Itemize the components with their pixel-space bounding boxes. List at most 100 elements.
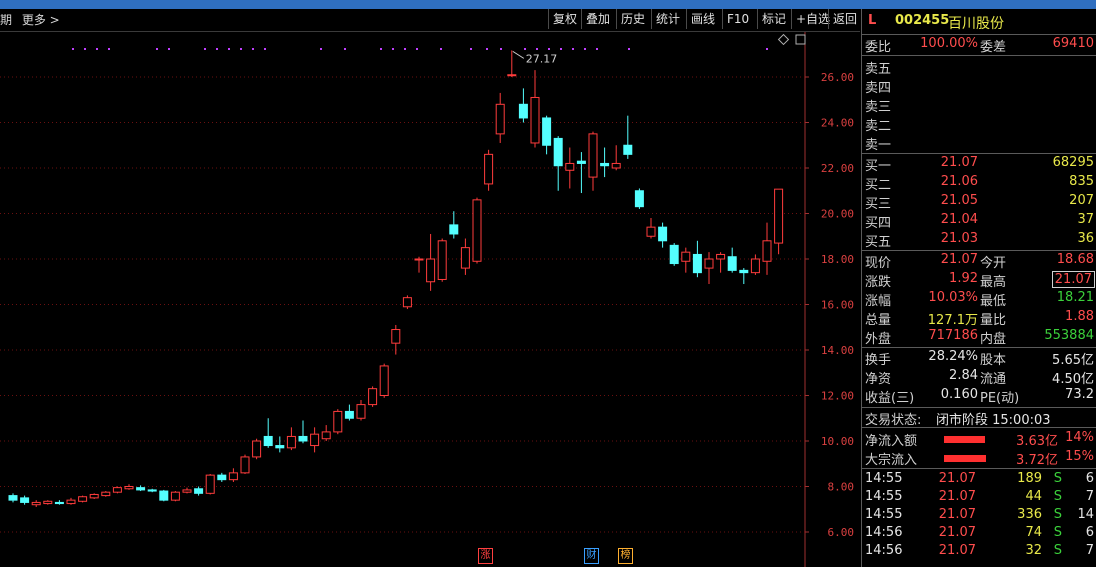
candle[interactable]: [576, 152, 586, 194]
candle[interactable]: [344, 404, 354, 421]
candle[interactable]: [716, 252, 726, 273]
more-menu[interactable]: 更多 >: [22, 13, 60, 27]
candle[interactable]: [31, 500, 41, 507]
candle[interactable]: [205, 473, 215, 495]
candle[interactable]: [472, 197, 482, 264]
flow-percent: 15%: [1065, 449, 1094, 464]
candle[interactable]: [321, 425, 331, 441]
candle[interactable]: [147, 488, 157, 493]
candle[interactable]: [101, 491, 111, 497]
candle[interactable]: [774, 188, 784, 255]
candle[interactable]: [136, 485, 146, 492]
candle[interactable]: [252, 438, 262, 460]
candle[interactable]: [240, 454, 250, 474]
candle[interactable]: [426, 233, 436, 291]
toolbar-mark-button[interactable]: 标记: [757, 9, 790, 29]
candle[interactable]: [286, 427, 296, 451]
candle[interactable]: [704, 252, 714, 285]
candlestick-chart[interactable]: 26.00 24.00 22.00 20.00 18.00 16.00 14.00 12.00…: [0, 32, 860, 567]
sell-row: 卖四: [862, 77, 1096, 96]
candle[interactable]: [78, 495, 88, 503]
candle[interactable]: [379, 363, 389, 398]
candle[interactable]: [762, 222, 772, 275]
candle-body: [112, 487, 122, 493]
limit-up-badge[interactable]: 涨: [478, 548, 493, 564]
candle-body: [252, 440, 262, 458]
candle[interactable]: [739, 268, 749, 285]
toolbar-stats-button[interactable]: 统计: [651, 9, 684, 29]
candle[interactable]: [634, 188, 644, 209]
stat-label: 最低: [980, 294, 1007, 309]
candle[interactable]: [182, 487, 192, 494]
price-tick-label: 22.00: [821, 162, 854, 175]
candle-body: [588, 133, 598, 178]
diamond-icon[interactable]: [777, 33, 790, 46]
toolbar-draw-line-button[interactable]: 画线: [686, 9, 719, 29]
candle[interactable]: [228, 468, 238, 482]
candle[interactable]: [484, 149, 494, 191]
candle[interactable]: [368, 386, 378, 407]
candle[interactable]: [414, 256, 424, 273]
buy-price: 21.04: [940, 212, 978, 227]
candle[interactable]: [530, 70, 540, 148]
candle[interactable]: [89, 493, 99, 500]
candle[interactable]: [217, 472, 227, 482]
candle-body: [136, 487, 146, 491]
candle[interactable]: [518, 88, 528, 123]
candle[interactable]: [692, 240, 702, 278]
candle[interactable]: [333, 409, 343, 435]
candle[interactable]: [669, 243, 679, 266]
candle[interactable]: [460, 238, 470, 275]
candle[interactable]: [66, 497, 76, 505]
candle[interactable]: [54, 500, 64, 505]
candle[interactable]: [449, 211, 459, 239]
signal-dot: [252, 48, 254, 50]
candle[interactable]: [507, 50, 517, 77]
candle[interactable]: [600, 147, 610, 178]
candle-body: [170, 491, 180, 501]
finance-badge[interactable]: 财: [584, 548, 599, 564]
candle[interactable]: [263, 418, 273, 448]
candle[interactable]: [298, 420, 308, 444]
stat-label: 总量: [865, 313, 892, 328]
candle[interactable]: [542, 115, 552, 155]
candle[interactable]: [159, 489, 169, 502]
candle[interactable]: [275, 436, 285, 453]
candle-body: [321, 431, 331, 440]
toolbar-f10-button[interactable]: F10: [722, 9, 753, 29]
candle[interactable]: [170, 491, 180, 502]
candle[interactable]: [646, 218, 656, 239]
candle[interactable]: [8, 493, 18, 503]
candle[interactable]: [495, 92, 505, 143]
candle[interactable]: [565, 147, 575, 189]
period-menu[interactable]: 期: [0, 13, 12, 27]
toolbar-back-button[interactable]: 返回: [828, 9, 861, 29]
candle-body: [402, 297, 412, 308]
candle[interactable]: [658, 222, 668, 248]
candle[interactable]: [112, 486, 122, 494]
toolbar-fuquan-button[interactable]: 复权: [548, 9, 581, 29]
candle[interactable]: [681, 247, 691, 273]
tick-row: 14:56 21.07 74 S 6: [862, 525, 1096, 543]
tick-time: 14:56: [865, 543, 903, 558]
candle[interactable]: [310, 427, 320, 453]
candle[interactable]: [727, 247, 737, 273]
candle[interactable]: [43, 500, 53, 505]
candle[interactable]: [402, 295, 412, 310]
candle[interactable]: [437, 238, 447, 282]
toolbar-diejia-button[interactable]: 叠加: [581, 9, 614, 29]
candle[interactable]: [553, 136, 563, 191]
candle[interactable]: [588, 131, 598, 191]
stat-row: 换手 28.24% 股本 5.65亿: [862, 349, 1096, 368]
stat-label: 涨跌: [865, 275, 892, 290]
candle[interactable]: [750, 254, 760, 275]
window-toggle-icon[interactable]: [795, 34, 806, 45]
ranking-badge[interactable]: 榜: [618, 548, 633, 564]
candle[interactable]: [356, 400, 366, 421]
candle[interactable]: [194, 486, 204, 496]
candle[interactable]: [20, 495, 30, 505]
candle[interactable]: [124, 484, 134, 490]
signal-dot: [486, 48, 488, 50]
toolbar-history-button[interactable]: 历史: [616, 9, 649, 29]
candle[interactable]: [611, 145, 621, 171]
